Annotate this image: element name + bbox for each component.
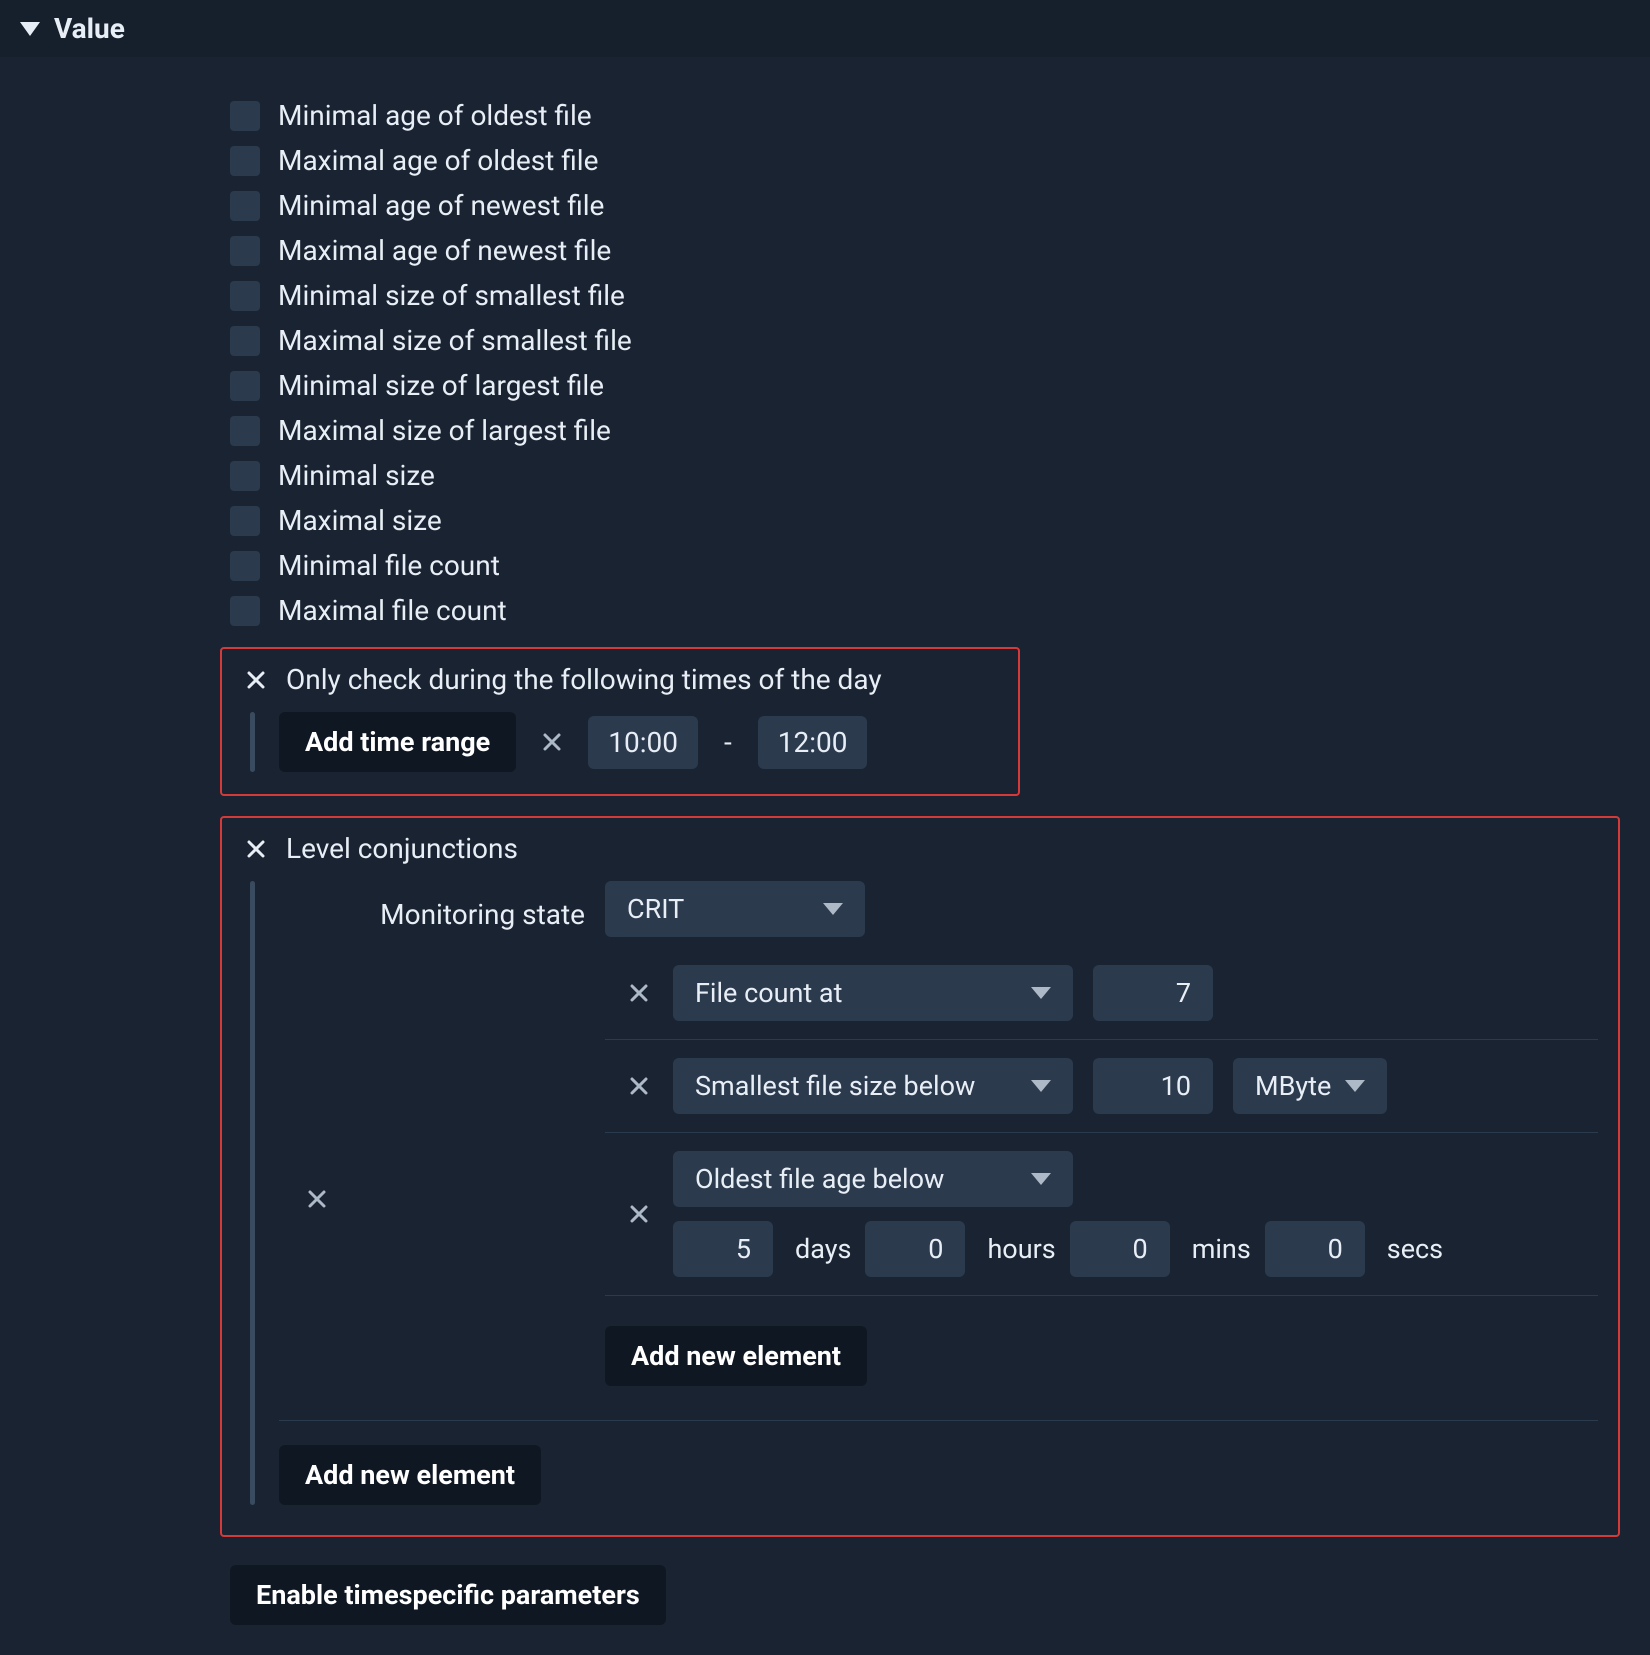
add-conjunction-button[interactable]: Add new element	[279, 1445, 541, 1505]
close-icon[interactable]	[242, 666, 270, 694]
divider	[279, 1420, 1598, 1421]
check-row: Maximal size of largest file	[230, 414, 1650, 447]
check-label: Minimal age of newest file	[278, 189, 604, 222]
close-icon[interactable]	[538, 728, 566, 756]
dash-separator: -	[720, 726, 736, 759]
checkbox-list: Minimal age of oldest file Maximal age o…	[230, 99, 1650, 627]
value-input[interactable]: 10	[1093, 1058, 1213, 1114]
monitoring-state-value: CRIT	[627, 893, 684, 925]
add-time-range-button[interactable]: Add time range	[279, 712, 516, 772]
section-title: Value	[54, 12, 125, 45]
time-restrict-box: Only check during the following times of…	[220, 647, 1020, 796]
close-icon[interactable]	[625, 979, 653, 1007]
check-row: Maximal age of oldest file	[230, 144, 1650, 177]
check-label: Minimal size	[278, 459, 435, 492]
check-row: Minimal age of oldest file	[230, 99, 1650, 132]
checkbox[interactable]	[230, 596, 260, 626]
close-icon[interactable]	[303, 1185, 331, 1213]
chevron-down-icon	[823, 903, 843, 915]
secs-input[interactable]: 0	[1265, 1221, 1365, 1277]
close-icon[interactable]	[625, 1072, 653, 1100]
metric-select[interactable]: Oldest file age below	[673, 1151, 1073, 1207]
conjunctions-label: Level conjunctions	[286, 832, 518, 865]
chevron-down-icon	[1031, 987, 1051, 999]
check-label: Minimal age of oldest file	[278, 99, 592, 132]
caret-down-icon	[20, 22, 40, 36]
checkbox[interactable]	[230, 326, 260, 356]
close-icon[interactable]	[242, 835, 270, 863]
check-row: Minimal age of newest file	[230, 189, 1650, 222]
check-row: Minimal size of smallest file	[230, 279, 1650, 312]
level-conjunctions-box: Level conjunctions	[220, 816, 1620, 1537]
monitoring-state-label: Monitoring state	[355, 888, 585, 931]
check-label: Maximal age of oldest file	[278, 144, 598, 177]
hours-unit: hours	[987, 1233, 1055, 1265]
time-restrict-header: Only check during the following times of…	[242, 663, 998, 696]
chevron-down-icon	[1345, 1080, 1365, 1092]
check-row: Minimal file count	[230, 549, 1650, 582]
secs-unit: secs	[1387, 1233, 1443, 1265]
check-label: Maximal age of newest file	[278, 234, 611, 267]
check-row: Maximal file count	[230, 594, 1650, 627]
conjunctions-body: Monitoring state CRIT	[250, 881, 1598, 1505]
checkbox[interactable]	[230, 416, 260, 446]
days-unit: days	[795, 1233, 851, 1265]
metric-value: File count at	[695, 977, 842, 1009]
metric-value: Smallest file size below	[695, 1070, 975, 1102]
time-range-row: Add time range 10:00 - 12:00	[250, 712, 998, 772]
conjunctions-header: Level conjunctions	[242, 832, 1598, 865]
mins-unit: mins	[1192, 1233, 1251, 1265]
close-icon[interactable]	[625, 1200, 653, 1228]
metric-select[interactable]: Smallest file size below	[673, 1058, 1073, 1114]
checkbox[interactable]	[230, 146, 260, 176]
mins-input[interactable]: 0	[1070, 1221, 1170, 1277]
check-row: Maximal size of smallest file	[230, 324, 1650, 357]
checkbox[interactable]	[230, 461, 260, 491]
check-label: Minimal file count	[278, 549, 500, 582]
section-header-value[interactable]: Value	[0, 0, 1650, 57]
time-start-input[interactable]: 10:00	[588, 716, 698, 769]
unit-value: MByte	[1255, 1070, 1331, 1102]
value-input[interactable]: 7	[1093, 965, 1213, 1021]
unit-select[interactable]: MByte	[1233, 1058, 1387, 1114]
checkbox[interactable]	[230, 371, 260, 401]
monitoring-state-select[interactable]: CRIT	[605, 881, 865, 937]
enable-timespecific-button[interactable]: Enable timespecific parameters	[230, 1565, 666, 1625]
metric-value: Oldest file age below	[695, 1163, 944, 1195]
check-label: Maximal size	[278, 504, 442, 537]
add-condition-button[interactable]: Add new element	[605, 1326, 867, 1386]
vertical-bar	[250, 712, 255, 772]
check-row: Minimal size of largest file	[230, 369, 1650, 402]
condition-row: Smallest file size below 10 MByte	[605, 1040, 1598, 1133]
checkbox[interactable]	[230, 281, 260, 311]
check-row: Maximal size	[230, 504, 1650, 537]
chevron-down-icon	[1031, 1173, 1051, 1185]
checkbox[interactable]	[230, 191, 260, 221]
checkbox[interactable]	[230, 551, 260, 581]
check-label: Maximal size of largest file	[278, 414, 611, 447]
condition-row: Oldest file age below 5 days 0 hours 0	[605, 1133, 1598, 1296]
checkbox[interactable]	[230, 101, 260, 131]
content-area: Minimal age of oldest file Maximal age o…	[0, 57, 1650, 1655]
time-end-input[interactable]: 12:00	[758, 716, 868, 769]
condition-row: File count at 7	[605, 947, 1598, 1040]
checkbox[interactable]	[230, 506, 260, 536]
check-label: Maximal file count	[278, 594, 507, 627]
check-label: Minimal size of largest file	[278, 369, 604, 402]
check-label: Maximal size of smallest file	[278, 324, 632, 357]
checkbox[interactable]	[230, 236, 260, 266]
check-label: Minimal size of smallest file	[278, 279, 625, 312]
time-restrict-label: Only check during the following times of…	[286, 663, 882, 696]
vertical-bar	[250, 881, 255, 1505]
days-input[interactable]: 5	[673, 1221, 773, 1277]
check-row: Maximal age of newest file	[230, 234, 1650, 267]
chevron-down-icon	[1031, 1080, 1051, 1092]
hours-input[interactable]: 0	[865, 1221, 965, 1277]
metric-select[interactable]: File count at	[673, 965, 1073, 1021]
check-row: Minimal size	[230, 459, 1650, 492]
